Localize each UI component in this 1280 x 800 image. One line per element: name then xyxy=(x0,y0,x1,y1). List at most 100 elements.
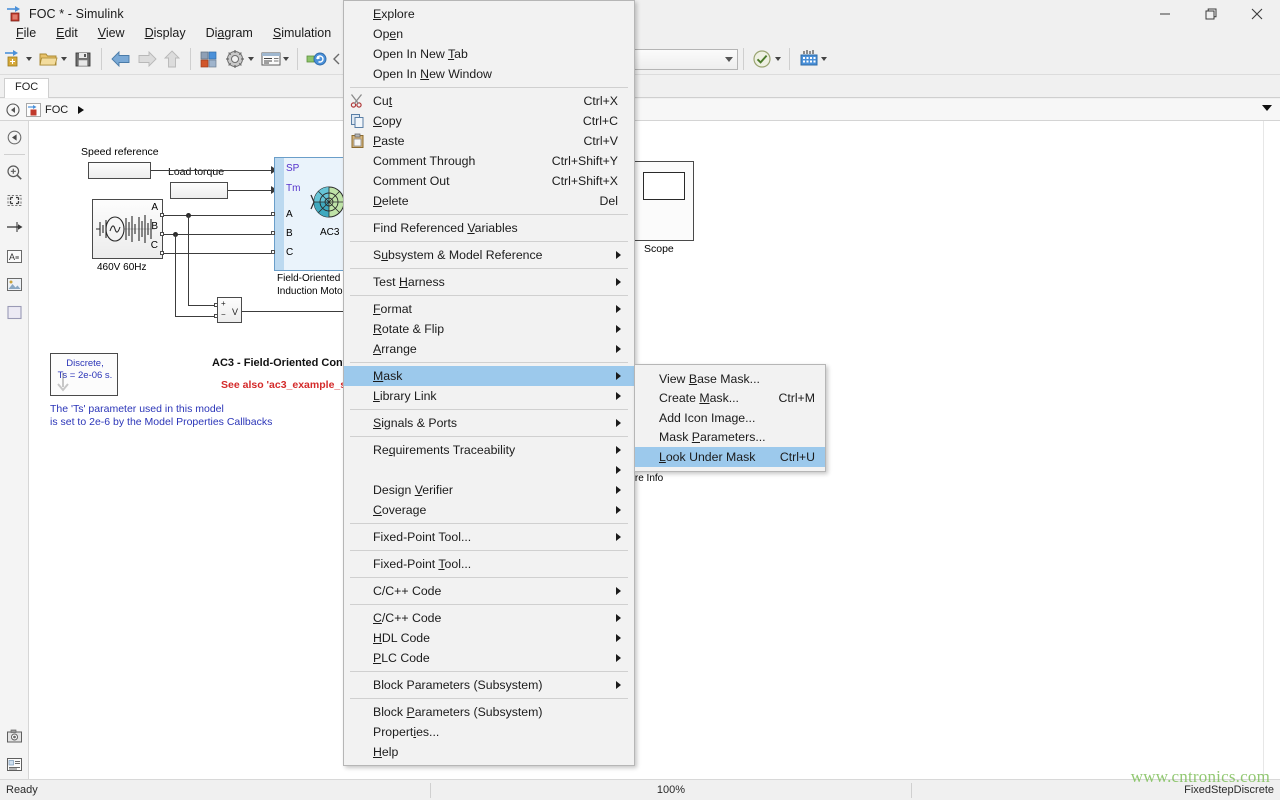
menu-item-plc-code[interactable]: PLC Code xyxy=(344,648,634,668)
menu-display[interactable]: Display xyxy=(135,24,196,42)
menu-item-linear-analysis[interactable] xyxy=(344,460,634,480)
menu-item-model-advisor-label: Fixed-Point Tool... xyxy=(373,530,471,544)
zoom-in-icon[interactable] xyxy=(0,158,29,186)
menu-item-subsystem-model-reference[interactable]: Subsystem & Model Reference xyxy=(344,245,634,265)
forward-arrow-icon[interactable] xyxy=(133,46,159,72)
submenu-item-create-mask[interactable]: Create Mask... Ctrl+M xyxy=(635,389,825,409)
back-arrow-icon[interactable] xyxy=(107,46,133,72)
back-circle-icon[interactable] xyxy=(0,99,26,121)
menu-item-requirements-traceability[interactable]: Requirements Traceability xyxy=(344,440,634,460)
menu-item-mask[interactable]: Mask xyxy=(344,366,634,386)
motor-terminal-b xyxy=(271,231,275,235)
menu-item-explore-label: plore xyxy=(387,7,414,21)
menu-item-open-in-new-window[interactable]: Open In New Window xyxy=(344,64,634,84)
menu-separator xyxy=(350,87,628,88)
menu-item-find-referenced-variables[interactable]: Find Referenced Variables xyxy=(344,218,634,238)
menu-item-open[interactable]: Open xyxy=(344,24,634,44)
update-model-icon[interactable] xyxy=(303,46,329,72)
submenu-arrow-icon xyxy=(616,251,621,259)
menu-item-signals-ports[interactable]: Signals & Ports xyxy=(344,413,634,433)
camera-icon[interactable] xyxy=(0,722,29,750)
menu-item-rotate-flip[interactable]: Rotate & Flip xyxy=(344,319,634,339)
canvas-tool-palette: A ≡ xyxy=(0,121,29,779)
image-icon[interactable] xyxy=(0,270,29,298)
menu-file[interactable]: File xyxy=(6,24,46,42)
scope-block[interactable] xyxy=(633,161,694,241)
annotation-icon[interactable]: A ≡ xyxy=(0,242,29,270)
menu-item-cut[interactable]: Cut Ctrl+X xyxy=(344,91,634,111)
load-torque-block[interactable] xyxy=(170,182,228,199)
fast-restart-icon[interactable] xyxy=(795,46,830,72)
diagram-context-menu[interactable]: Explore Open Open In New Tab Open In New… xyxy=(343,0,635,766)
run-check-icon[interactable] xyxy=(749,46,784,72)
submenu-item-add-icon-image[interactable]: Add Icon Image... xyxy=(635,408,825,428)
model-explorer-icon[interactable] xyxy=(257,46,292,72)
chevron-down-icon[interactable] xyxy=(1262,105,1272,111)
menu-separator xyxy=(350,698,628,699)
menu-item-copy[interactable]: Copy Ctrl+C xyxy=(344,111,634,131)
menu-item-library-link[interactable]: Library Link xyxy=(344,386,634,406)
ac3-icon-label: AC3 xyxy=(320,227,339,238)
menu-item-delete[interactable]: Delete Del xyxy=(344,191,634,211)
menu-item-comment-through[interactable]: Comment Through Ctrl+Shift+Y xyxy=(344,151,634,171)
submenu-item-mask-parameters[interactable]: Mask Parameters... xyxy=(635,428,825,448)
powergui-block[interactable]: Discrete, Ts = 2e-06 s. xyxy=(50,353,118,396)
menu-item-model-advisor[interactable]: Fixed-Point Tool... xyxy=(344,527,634,547)
menu-item-design-verifier[interactable]: Design Verifier xyxy=(344,480,634,500)
menu-item-hdl-code[interactable]: HDL Code xyxy=(344,628,634,648)
submenu-arrow-icon xyxy=(616,372,621,380)
mask-submenu[interactable]: View Base Mask... Create Mask... Ctrl+M … xyxy=(634,364,826,472)
menu-item-block-parameters[interactable]: Block Parameters (Subsystem) xyxy=(344,702,634,722)
menu-separator xyxy=(350,295,628,296)
breadcrumb-item-foc[interactable]: FOC xyxy=(26,103,84,117)
canvas-vertical-scrollbar[interactable] xyxy=(1263,121,1280,779)
menu-item-coverage[interactable]: Coverage xyxy=(344,500,634,520)
model-info-icon[interactable] xyxy=(0,750,29,778)
menu-simulation[interactable]: Simulation xyxy=(263,24,341,42)
three-phase-source-block[interactable]: A B C xyxy=(92,199,163,259)
menu-item-polyspace[interactable]: Block Parameters (Subsystem) xyxy=(344,675,634,695)
vm-terminal-minus xyxy=(214,314,218,318)
menu-item-help[interactable]: Help xyxy=(344,742,634,762)
menu-item-c-cpp-code[interactable]: C/C++ Code xyxy=(344,608,634,628)
submenu-item-view-base-mask[interactable]: View Base Mask... xyxy=(635,369,825,389)
menu-shortcut-delete: Del xyxy=(600,194,618,208)
toolbar xyxy=(0,44,1280,75)
save-icon[interactable] xyxy=(70,46,96,72)
menu-item-open-in-new-tab[interactable]: Open In New Tab xyxy=(344,44,634,64)
folder-open-icon[interactable] xyxy=(35,46,70,72)
menu-item-format[interactable]: Format xyxy=(344,299,634,319)
menu-item-test-harness[interactable]: Test Harness xyxy=(344,272,634,292)
wire-load-torque xyxy=(228,190,271,191)
fit-to-view-icon[interactable] xyxy=(0,186,29,214)
new-model-icon[interactable] xyxy=(0,46,35,72)
navigate-up-icon[interactable] xyxy=(0,123,29,151)
model-configuration-icon[interactable] xyxy=(222,46,257,72)
voltage-measurement-block[interactable]: + − V xyxy=(217,297,242,323)
menu-separator xyxy=(350,362,628,363)
menu-item-model-transformer[interactable]: C/C++ Code xyxy=(344,581,634,601)
submenu-item-look-under-mask[interactable]: Look Under Mask Ctrl+U xyxy=(635,447,825,467)
menu-item-fixed-point-tool[interactable]: Fixed-Point Tool... xyxy=(344,554,634,574)
menu-item-comment-out[interactable]: Comment Out Ctrl+Shift+X xyxy=(344,171,634,191)
simulink-window: FOC * - Simulink File Edit View Display xyxy=(0,0,1280,800)
menu-item-arrange[interactable]: Arrange xyxy=(344,339,634,359)
library-browser-icon[interactable] xyxy=(196,46,222,72)
source-caption: 460V 60Hz xyxy=(97,262,146,273)
submenu-arrow-icon xyxy=(616,506,621,514)
menu-item-paste[interactable]: Paste Ctrl+V xyxy=(344,131,634,151)
tab-foc[interactable]: FOC xyxy=(4,78,49,98)
menu-view[interactable]: View xyxy=(88,24,135,42)
area-icon[interactable] xyxy=(0,298,29,326)
signal-route-icon[interactable] xyxy=(0,214,29,242)
menu-edit[interactable]: Edit xyxy=(46,24,88,42)
menu-separator xyxy=(350,214,628,215)
menu-diagram[interactable]: Diagram xyxy=(196,24,263,42)
speed-reference-block[interactable] xyxy=(88,162,151,179)
menu-separator xyxy=(350,241,628,242)
menu-item-comment-through-label: Comment Through xyxy=(373,154,475,168)
up-arrow-icon[interactable] xyxy=(159,46,185,72)
menu-item-explore[interactable]: Explore xyxy=(344,4,634,24)
menu-separator xyxy=(350,604,628,605)
menu-item-properties[interactable]: Properties... xyxy=(344,722,634,742)
